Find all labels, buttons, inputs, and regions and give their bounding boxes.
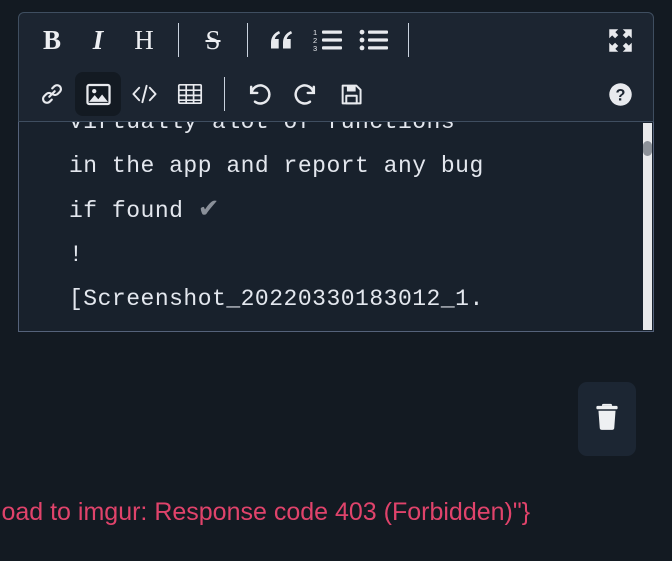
toolbar-divider-3 — [408, 23, 409, 57]
text-line-3: if found — [69, 198, 198, 224]
text-line-1: virtually alot of functions — [69, 122, 456, 135]
toolbar-row-formatting: B I H S 1 2 3 — [29, 13, 643, 67]
code-button[interactable] — [121, 72, 167, 116]
markdown-text-area[interactable]: virtually alot of functions in the app a… — [18, 122, 654, 332]
text-line-5: [Screenshot_20220330183012_1. — [69, 286, 484, 312]
table-icon — [177, 82, 203, 106]
help-button[interactable]: ? — [597, 72, 643, 116]
text-line-2: in the app and report any bug — [69, 153, 484, 179]
fullscreen-icon — [607, 27, 634, 54]
ordered-list-icon: 1 2 3 — [313, 28, 343, 52]
trash-icon — [593, 402, 621, 437]
toolbar-divider-1 — [178, 23, 179, 57]
check-mark-emoji: ✔ — [197, 195, 221, 225]
code-icon — [131, 82, 158, 106]
save-button[interactable] — [328, 72, 374, 116]
strikethrough-button[interactable]: S — [190, 18, 236, 62]
editor-toolbar: B I H S 1 2 3 ? — [18, 12, 654, 122]
editor-text[interactable]: virtually alot of functions in the app a… — [19, 122, 643, 321]
toolbar-divider-2 — [247, 23, 248, 57]
fullscreen-button[interactable] — [597, 18, 643, 62]
link-button[interactable] — [29, 72, 75, 116]
bold-icon: B — [42, 24, 61, 55]
redo-button[interactable] — [282, 72, 328, 116]
toolbar-divider-4 — [224, 77, 225, 111]
error-message: pload to imgur: Response code 403 (Forbi… — [0, 498, 531, 526]
undo-icon — [246, 81, 273, 108]
save-icon — [339, 82, 364, 107]
unordered-list-button[interactable] — [351, 18, 397, 62]
scrollbar-thumb[interactable] — [643, 141, 652, 156]
text-area-scrollbar[interactable] — [643, 123, 652, 330]
toolbar-row-insert: ? — [29, 67, 643, 121]
delete-button[interactable] — [578, 382, 636, 456]
svg-text:?: ? — [615, 86, 625, 104]
bold-button[interactable]: B — [29, 18, 75, 62]
quote-icon — [269, 29, 295, 51]
ordered-list-button[interactable]: 1 2 3 — [305, 18, 351, 62]
strikethrough-icon: S — [205, 24, 221, 55]
heading-button[interactable]: H — [121, 18, 167, 62]
image-button[interactable] — [75, 72, 121, 116]
svg-text:3: 3 — [313, 44, 317, 52]
italic-button[interactable]: I — [75, 18, 121, 62]
link-icon — [39, 81, 65, 107]
blockquote-button[interactable] — [259, 18, 305, 62]
heading-icon: H — [134, 24, 154, 55]
italic-icon: I — [92, 24, 104, 55]
help-circle-icon: ? — [607, 81, 634, 108]
redo-icon — [292, 81, 319, 108]
markdown-editor: B I H S 1 2 3 ? virtually alot of functi… — [18, 12, 654, 332]
undo-button[interactable] — [236, 72, 282, 116]
image-icon — [85, 81, 112, 108]
text-line-4: ! — [69, 242, 84, 268]
table-button[interactable] — [167, 72, 213, 116]
unordered-list-icon — [359, 28, 389, 52]
